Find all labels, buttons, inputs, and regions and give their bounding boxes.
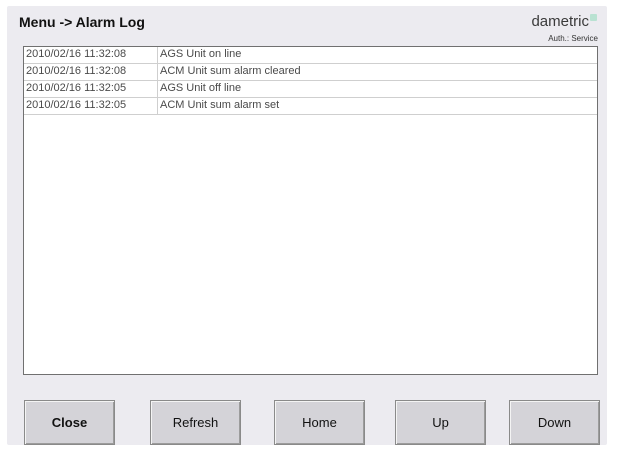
brand-mark-icon	[590, 14, 597, 21]
refresh-button[interactable]: Refresh	[150, 400, 241, 445]
home-button[interactable]: Home	[274, 400, 365, 445]
log-message: AGS Unit on line	[160, 48, 242, 60]
log-message: AGS Unit off line	[160, 82, 242, 94]
log-timestamp: 2010/02/16 11:32:08	[24, 64, 158, 80]
alarm-log-screen: Menu -> Alarm Log dametric Auth.: Servic…	[7, 6, 607, 445]
up-button[interactable]: Up	[395, 400, 486, 445]
close-button[interactable]: Close	[24, 400, 115, 445]
log-message: ACM Unit sum alarm set	[160, 99, 280, 111]
log-message: ACM Unit sum alarm cleared	[160, 65, 301, 77]
log-row[interactable]: 2010/02/16 11:32:05 AGS Unit off line	[24, 81, 597, 98]
down-button[interactable]: Down	[509, 400, 600, 445]
log-timestamp: 2010/02/16 11:32:05	[24, 98, 158, 114]
log-timestamp: 2010/02/16 11:32:05	[24, 81, 158, 97]
log-row[interactable]: 2010/02/16 11:32:05 ACM Unit sum alarm s…	[24, 98, 597, 115]
brand-logo: dametric	[531, 13, 589, 30]
log-row[interactable]: 2010/02/16 11:32:08 ACM Unit sum alarm c…	[24, 64, 597, 81]
log-timestamp: 2010/02/16 11:32:08	[24, 47, 158, 63]
page-title: Menu -> Alarm Log	[19, 14, 145, 30]
auth-level-label: Auth.: Service	[548, 34, 598, 43]
alarm-log-list[interactable]: 2010/02/16 11:32:08 AGS Unit on line 201…	[23, 46, 598, 375]
log-row[interactable]: 2010/02/16 11:32:08 AGS Unit on line	[24, 47, 597, 64]
